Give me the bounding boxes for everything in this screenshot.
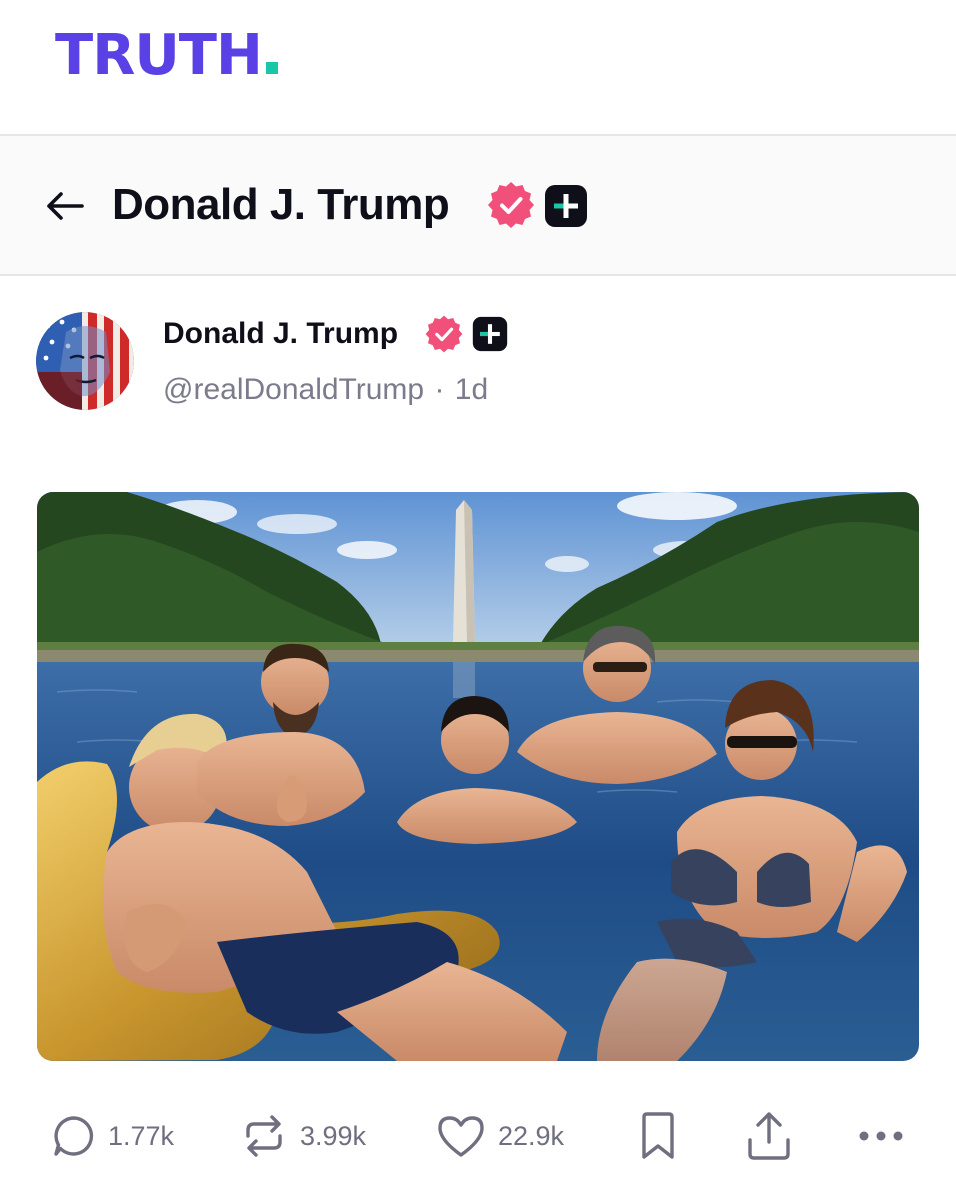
share-button[interactable] <box>744 1108 794 1164</box>
bookmark-button[interactable] <box>638 1108 678 1164</box>
share-upload-icon <box>744 1110 794 1162</box>
back-button[interactable] <box>40 184 88 228</box>
like-count: 22.9k <box>498 1120 565 1151</box>
avatar-flag-face <box>36 312 134 410</box>
post-meta: @realDonaldTrump · 1d <box>163 370 488 410</box>
ai-generated-reflecting-pool-photo <box>37 492 919 1061</box>
avatar[interactable] <box>36 312 134 410</box>
retruth-button[interactable]: 3.99k <box>240 1108 366 1164</box>
reply-bubble-icon <box>52 1114 96 1158</box>
post-handle[interactable]: @realDonaldTrump <box>163 373 424 406</box>
reply-count: 1.77k <box>108 1120 175 1151</box>
bookmark-icon <box>638 1111 678 1161</box>
arrow-left-icon <box>47 192 84 220</box>
profile-name: Donald J. Trump <box>112 180 450 229</box>
verified-badge-icon <box>425 315 463 353</box>
more-button[interactable] <box>858 1108 904 1164</box>
more-dots-icon <box>858 1129 904 1143</box>
post-author-name[interactable]: Donald J. Trump <box>163 314 398 354</box>
retruth-count: 3.99k <box>300 1120 367 1151</box>
truth-logo[interactable]: TRUTH <box>55 28 278 84</box>
divider <box>0 274 956 276</box>
retruth-icon <box>240 1112 288 1160</box>
top-bar: TRUTH <box>0 0 956 135</box>
logo-dot <box>265 62 278 74</box>
post-time[interactable]: 1d <box>455 373 488 406</box>
truth-plus-icon <box>472 316 508 352</box>
meta-separator: · <box>434 373 445 406</box>
post-image[interactable] <box>37 492 919 1061</box>
verified-badge-icon <box>488 182 534 228</box>
post-actions: 1.77k 3.99k 22.9k <box>0 1108 956 1164</box>
heart-icon <box>436 1113 486 1159</box>
reply-button[interactable]: 1.77k <box>52 1108 174 1164</box>
like-button[interactable]: 22.9k <box>436 1108 564 1164</box>
truth-plus-icon <box>545 185 587 227</box>
logo-text: TRUTH <box>55 23 263 88</box>
